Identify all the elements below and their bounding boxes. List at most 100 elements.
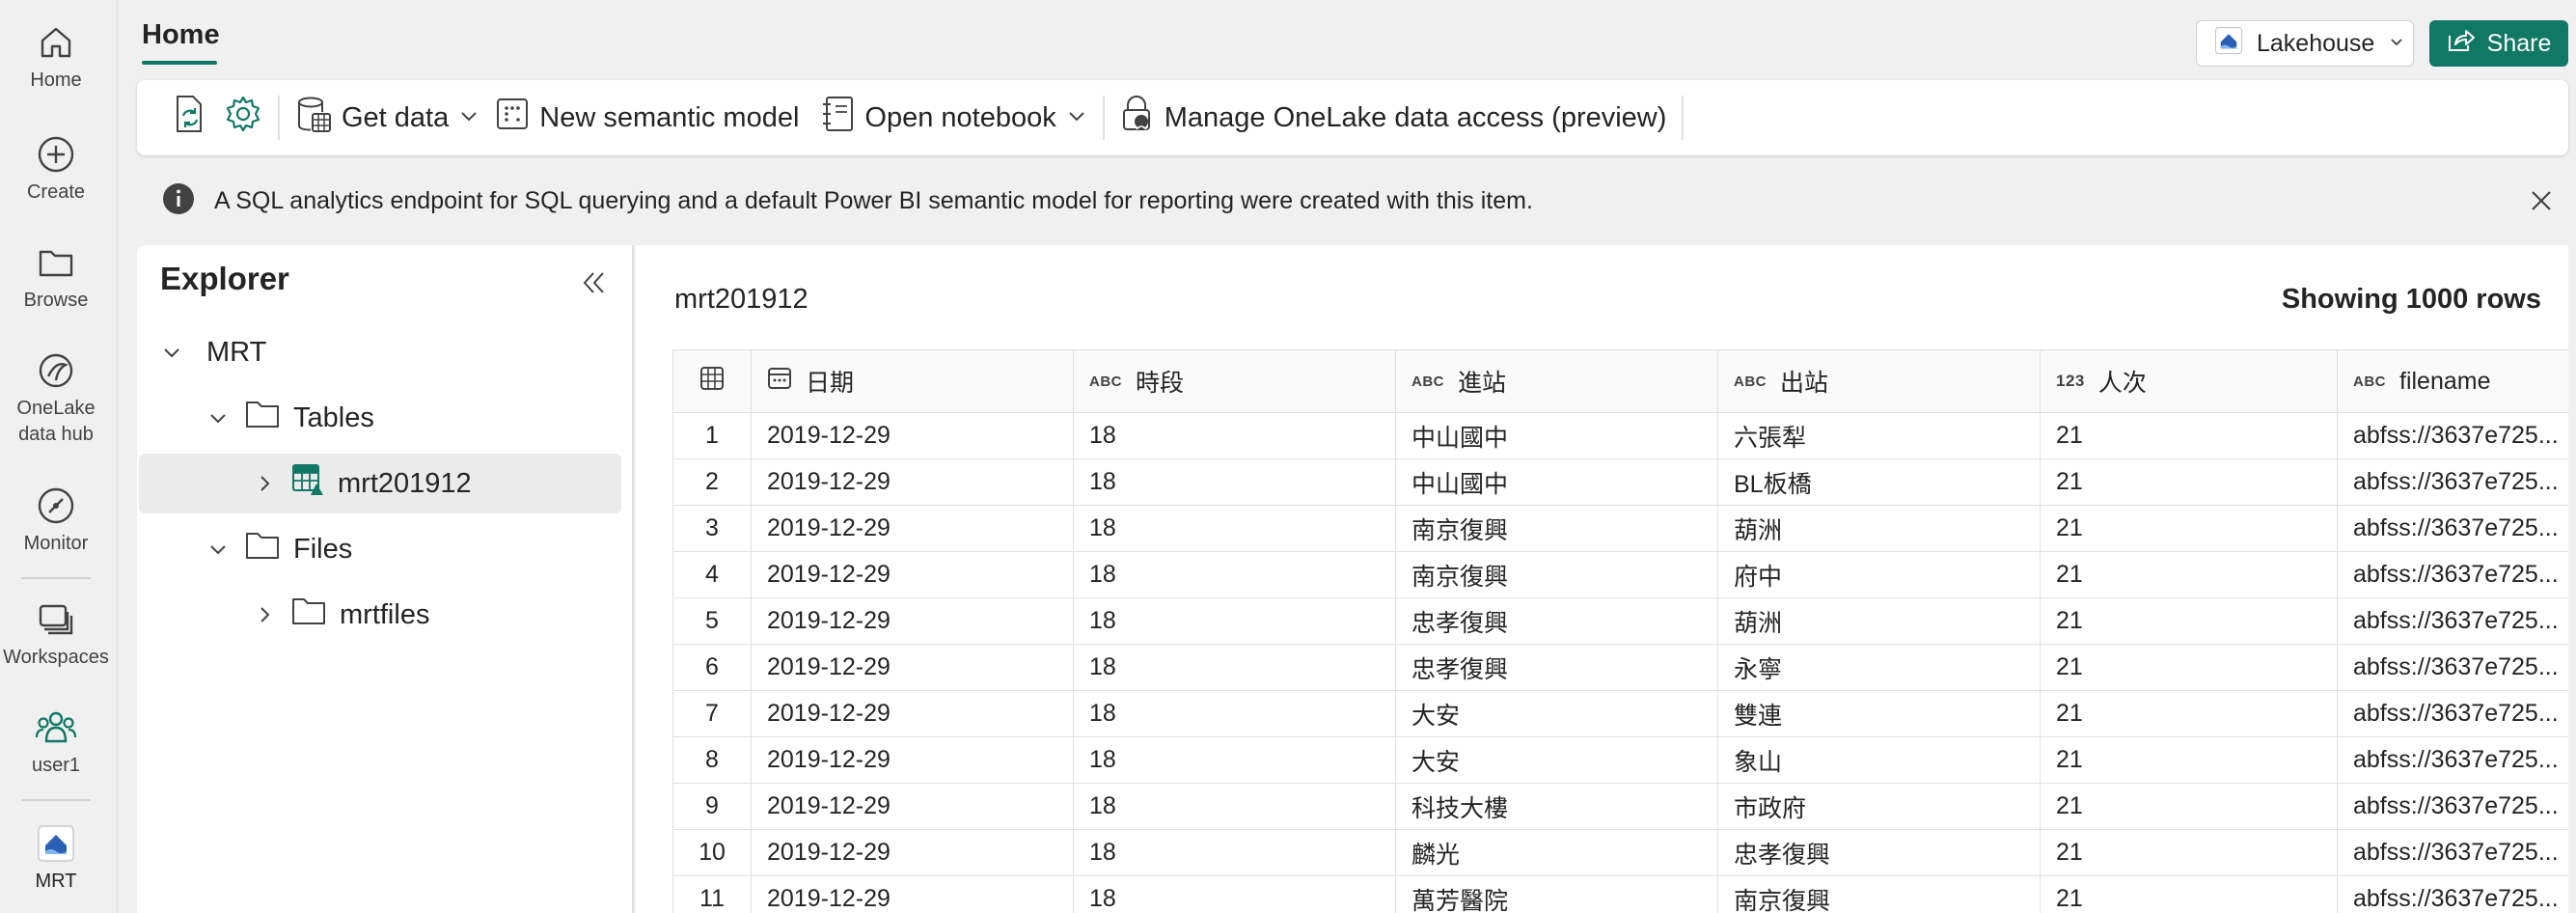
- table-cell[interactable]: 南京復興: [1396, 506, 1718, 552]
- table-cell[interactable]: abfss://3637e725...: [2338, 784, 2568, 830]
- table-cell[interactable]: 21: [2041, 413, 2338, 459]
- rail-item-browse[interactable]: Browse: [0, 241, 112, 314]
- table-cell[interactable]: 六張犁: [1718, 413, 2041, 459]
- column-header[interactable]: 123 人次: [2041, 349, 2338, 413]
- column-header[interactable]: 日期: [752, 349, 1074, 413]
- table-cell[interactable]: 象山: [1718, 737, 2041, 784]
- table-cell[interactable]: abfss://3637e725...: [2338, 413, 2568, 459]
- collapse-pane-icon[interactable]: [579, 268, 608, 302]
- table-cell[interactable]: 大安: [1396, 737, 1718, 784]
- table-cell[interactable]: 2019-12-29: [752, 598, 1074, 645]
- table-cell[interactable]: 2019-12-29: [752, 830, 1074, 876]
- table-cell[interactable]: 科技大樓: [1396, 784, 1718, 830]
- row-number[interactable]: 3: [672, 506, 752, 552]
- table-cell[interactable]: 南京復興: [1718, 876, 2041, 913]
- row-number[interactable]: 5: [672, 598, 752, 645]
- table-cell[interactable]: abfss://3637e725...: [2338, 876, 2568, 913]
- refresh-button[interactable]: [164, 91, 216, 145]
- manage-onelake-access-button[interactable]: Manage OneLake data access (preview): [1112, 91, 1675, 145]
- table-cell[interactable]: 葫洲: [1718, 506, 2041, 552]
- row-number[interactable]: 4: [672, 552, 752, 598]
- table-cell[interactable]: 18: [1074, 506, 1396, 552]
- column-header[interactable]: ABC 時段: [1074, 349, 1396, 413]
- tree-item-files[interactable]: Files: [139, 519, 621, 579]
- table-cell[interactable]: 中山國中: [1396, 459, 1718, 506]
- table-cell[interactable]: 永寧: [1718, 645, 2041, 691]
- table-cell[interactable]: 2019-12-29: [752, 691, 1074, 737]
- table-cell[interactable]: 18: [1074, 876, 1396, 913]
- table-cell[interactable]: 2019-12-29: [752, 784, 1074, 830]
- tree-item-tables[interactable]: Tables: [139, 388, 621, 448]
- table-cell[interactable]: 21: [2041, 737, 2338, 784]
- row-number[interactable]: 1: [672, 413, 752, 459]
- rail-item-user1[interactable]: user1: [0, 706, 112, 779]
- close-icon[interactable]: [2528, 187, 2555, 219]
- tab-home[interactable]: Home: [142, 19, 220, 51]
- tree-item-mrt201912[interactable]: mrt201912: [139, 454, 621, 513]
- row-number[interactable]: 7: [672, 691, 752, 737]
- table-cell[interactable]: 21: [2041, 830, 2338, 876]
- get-data-button[interactable]: Get data: [288, 91, 487, 145]
- table-cell[interactable]: 市政府: [1718, 784, 2041, 830]
- table-cell[interactable]: abfss://3637e725...: [2338, 598, 2568, 645]
- rail-item-create[interactable]: Create: [0, 133, 112, 206]
- table-cell[interactable]: 大安: [1396, 691, 1718, 737]
- table-cell[interactable]: BL板橋: [1718, 459, 2041, 506]
- tree-item-mrt[interactable]: MRT: [139, 322, 621, 382]
- table-cell[interactable]: 2019-12-29: [752, 506, 1074, 552]
- table-cell[interactable]: 麟光: [1396, 830, 1718, 876]
- table-cell[interactable]: 2019-12-29: [752, 737, 1074, 784]
- select-all-header[interactable]: [672, 349, 752, 413]
- open-notebook-button[interactable]: Open notebook: [814, 91, 1094, 145]
- table-cell[interactable]: 18: [1074, 413, 1396, 459]
- table-cell[interactable]: 中山國中: [1396, 413, 1718, 459]
- table-cell[interactable]: abfss://3637e725...: [2338, 552, 2568, 598]
- table-cell[interactable]: 18: [1074, 830, 1396, 876]
- table-cell[interactable]: 2019-12-29: [752, 552, 1074, 598]
- row-number[interactable]: 10: [672, 830, 752, 876]
- column-header[interactable]: ABC 進站: [1396, 349, 1718, 413]
- table-cell[interactable]: 21: [2041, 876, 2338, 913]
- table-cell[interactable]: 2019-12-29: [752, 413, 1074, 459]
- table-cell[interactable]: 18: [1074, 598, 1396, 645]
- table-cell[interactable]: 21: [2041, 784, 2338, 830]
- table-cell[interactable]: 2019-12-29: [752, 459, 1074, 506]
- table-cell[interactable]: 南京復興: [1396, 552, 1718, 598]
- table-cell[interactable]: 21: [2041, 691, 2338, 737]
- column-header[interactable]: ABC filename: [2338, 349, 2568, 413]
- table-cell[interactable]: 18: [1074, 784, 1396, 830]
- table-cell[interactable]: 葫洲: [1718, 598, 2041, 645]
- table-cell[interactable]: abfss://3637e725...: [2338, 506, 2568, 552]
- table-cell[interactable]: abfss://3637e725...: [2338, 737, 2568, 784]
- row-number[interactable]: 6: [672, 645, 752, 691]
- rail-item-home[interactable]: Home: [0, 21, 112, 94]
- tree-item-mrtfiles[interactable]: mrtfiles: [139, 585, 621, 645]
- lakehouse-dropdown[interactable]: Lakehouse: [2196, 20, 2414, 67]
- table-cell[interactable]: 21: [2041, 598, 2338, 645]
- table-cell[interactable]: 忠孝復興: [1396, 598, 1718, 645]
- table-cell[interactable]: 21: [2041, 645, 2338, 691]
- table-cell[interactable]: 21: [2041, 459, 2338, 506]
- table-cell[interactable]: 18: [1074, 645, 1396, 691]
- table-cell[interactable]: 18: [1074, 459, 1396, 506]
- table-cell[interactable]: 21: [2041, 506, 2338, 552]
- table-cell[interactable]: abfss://3637e725...: [2338, 691, 2568, 737]
- table-cell[interactable]: 2019-12-29: [752, 876, 1074, 913]
- table-cell[interactable]: 雙連: [1718, 691, 2041, 737]
- table-cell[interactable]: 府中: [1718, 552, 2041, 598]
- table-cell[interactable]: abfss://3637e725...: [2338, 459, 2568, 506]
- row-number[interactable]: 11: [672, 876, 752, 913]
- table-cell[interactable]: abfss://3637e725...: [2338, 830, 2568, 876]
- row-number[interactable]: 2: [672, 459, 752, 506]
- share-button[interactable]: Share: [2429, 20, 2568, 67]
- row-number[interactable]: 8: [672, 737, 752, 784]
- table-cell[interactable]: 18: [1074, 691, 1396, 737]
- table-cell[interactable]: 萬芳醫院: [1396, 876, 1718, 913]
- column-header[interactable]: ABC 出站: [1718, 349, 2041, 413]
- rail-item-monitor[interactable]: Monitor: [0, 484, 112, 557]
- rail-item-mrt[interactable]: MRT: [0, 822, 112, 895]
- table-cell[interactable]: 忠孝復興: [1396, 645, 1718, 691]
- table-cell[interactable]: 18: [1074, 737, 1396, 784]
- row-number[interactable]: 9: [672, 784, 752, 830]
- table-cell[interactable]: 21: [2041, 552, 2338, 598]
